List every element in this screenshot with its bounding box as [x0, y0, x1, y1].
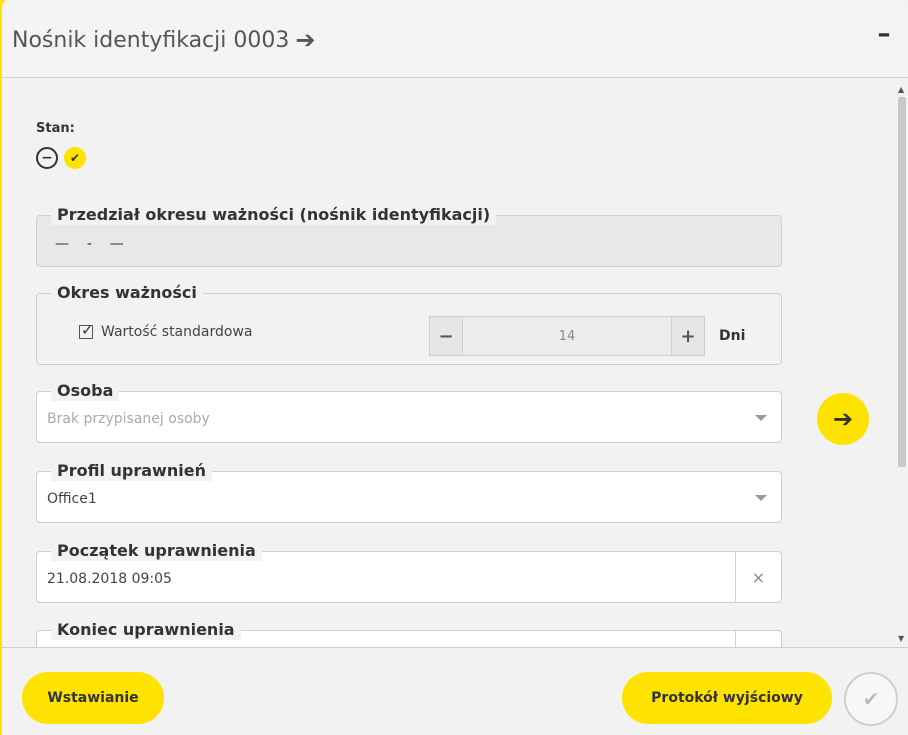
clear-start-button[interactable]: ×	[735, 552, 781, 602]
dialog-header: Nośnik identyfikacji 0003 ➔ –	[2, 0, 908, 78]
increment-button[interactable]: +	[672, 317, 704, 355]
start-datetime-field[interactable]: Początek uprawnienia 21.08.2018 09:05 ×	[36, 541, 782, 603]
validity-range-field: Przedział okresu ważności (nośnik identy…	[36, 205, 782, 267]
profile-value: Office1	[47, 491, 97, 507]
validity-range-from: —	[55, 236, 69, 252]
standard-value-row[interactable]: ✓ Wartość standardowa	[79, 321, 253, 340]
checkmark-icon: ✓	[81, 321, 94, 339]
check-circle-icon[interactable]: ✔	[64, 147, 86, 169]
validity-range-value: — - —	[55, 236, 124, 252]
validity-period-legend: Okres ważności	[51, 283, 203, 303]
minimize-button[interactable]: –	[874, 20, 894, 48]
chevron-down-icon[interactable]	[755, 495, 767, 501]
scroll-up-icon[interactable]: ▲	[898, 85, 904, 94]
arrow-right-icon[interactable]: ➔	[817, 393, 869, 445]
dialog-window: Nośnik identyfikacji 0003 ➔ – Stan: − ✔ …	[0, 0, 908, 735]
person-select[interactable]: Osoba Brak przypisanej osoby	[36, 381, 782, 443]
arrow-right-icon[interactable]: ➔	[295, 26, 315, 54]
person-legend: Osoba	[51, 381, 120, 401]
title-text: Nośnik identyfikacji 0003	[12, 27, 290, 53]
profile-select[interactable]: Profil uprawnień Office1	[36, 461, 782, 523]
end-datetime-field[interactable]: Koniec uprawnienia	[36, 620, 782, 647]
status-label: Stan:	[36, 121, 75, 136]
status-icons: − ✔	[36, 147, 86, 169]
start-legend: Początek uprawnienia	[51, 541, 262, 561]
page-title: Nośnik identyfikacji 0003 ➔	[12, 26, 315, 54]
clear-end-button[interactable]	[735, 631, 781, 647]
form-content: Stan: − ✔ Przedział okresu ważności (noś…	[10, 79, 896, 647]
profile-legend: Profil uprawnień	[51, 461, 212, 481]
dialog-footer: Wstawianie Protokół wyjściowy ✔	[2, 647, 908, 735]
person-placeholder: Brak przypisanej osoby	[47, 411, 210, 427]
validity-period-field: Okres ważności ✓ Wartość standardowa − 1…	[36, 283, 782, 365]
standard-value-checkbox[interactable]: ✓	[79, 321, 94, 339]
days-unit-label: Dni	[719, 328, 746, 344]
chevron-down-icon[interactable]	[755, 415, 767, 421]
check-icon[interactable]: ✔	[844, 672, 898, 726]
days-value[interactable]: 14	[462, 317, 672, 355]
scroll-down-icon[interactable]: ▼	[898, 634, 904, 643]
validity-range-to: —	[109, 236, 124, 252]
minus-circle-icon[interactable]: −	[36, 147, 58, 169]
start-value[interactable]: 21.08.2018 09:05	[47, 571, 172, 587]
end-legend: Koniec uprawnienia	[51, 620, 241, 640]
scrollbar[interactable]: ▲ ▼	[896, 79, 908, 647]
validity-days-stepper[interactable]: − 14 +	[429, 316, 705, 356]
insert-button[interactable]: Wstawianie	[22, 672, 164, 724]
standard-value-label: Wartość standardowa	[101, 324, 253, 340]
output-protocol-button[interactable]: Protokół wyjściowy	[622, 672, 832, 724]
decrement-button[interactable]: −	[430, 317, 462, 355]
validity-range-separator: -	[86, 236, 92, 252]
validity-range-legend: Przedział okresu ważności (nośnik identy…	[51, 205, 497, 225]
scrollbar-thumb[interactable]	[898, 97, 906, 467]
